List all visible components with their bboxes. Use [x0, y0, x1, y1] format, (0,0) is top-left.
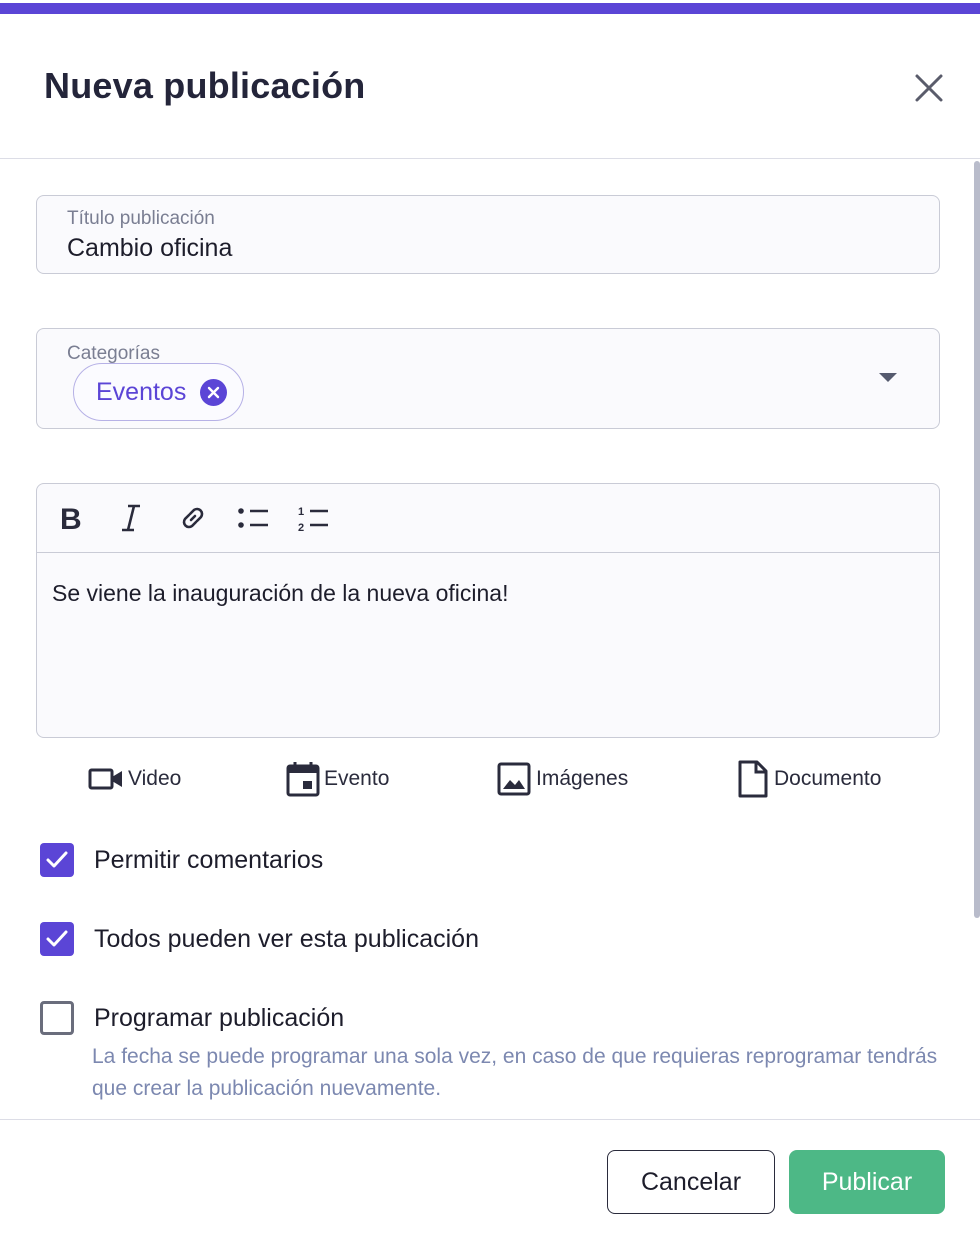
option-public-visibility[interactable]: Todos pueden ver esta publicación	[40, 922, 479, 956]
title-field[interactable]: Título publicación Cambio oficina	[36, 195, 940, 274]
option-label: Todos pueden ver esta publicación	[94, 924, 479, 953]
dialog-body: Título publicación Cambio oficina Catego…	[0, 159, 980, 1119]
svg-text:B: B	[60, 503, 82, 533]
dialog-title: Nueva publicación	[44, 65, 366, 106]
link-icon	[182, 507, 204, 529]
bullet-list-button[interactable]	[233, 498, 273, 538]
chevron-down-icon[interactable]	[879, 373, 897, 382]
checkmark-icon	[46, 851, 68, 868]
calendar-icon	[286, 762, 320, 797]
link-button[interactable]	[173, 498, 213, 538]
title-field-label: Título publicación	[67, 208, 215, 229]
checkbox-checked[interactable]	[40, 843, 74, 877]
category-chip[interactable]: Eventos	[73, 363, 245, 421]
title-field-value[interactable]: Cambio oficina	[67, 234, 232, 263]
chip-remove-icon[interactable]	[200, 378, 228, 406]
attach-document-button[interactable]: Documento	[736, 759, 881, 799]
option-label: Permitir comentarios	[94, 845, 324, 874]
publish-button[interactable]: Publicar	[789, 1150, 945, 1214]
categories-field-label: Categorías	[67, 343, 160, 364]
option-allow-comments[interactable]: Permitir comentarios	[40, 843, 323, 877]
scrollbar[interactable]	[974, 161, 980, 918]
svg-text:1: 1	[298, 506, 304, 518]
checkmark-icon	[46, 930, 68, 947]
attach-event-label: Evento	[324, 767, 390, 790]
attach-event-button[interactable]: Evento	[286, 759, 389, 799]
bold-button[interactable]: B	[51, 498, 91, 538]
editor-content[interactable]: Se viene la inauguración de la nueva ofi…	[52, 580, 509, 607]
top-accent-bar	[0, 0, 980, 15]
italic-icon	[122, 504, 140, 532]
attach-video-button[interactable]: Video	[88, 759, 181, 799]
bullet-list-icon	[238, 508, 268, 528]
numbered-list-icon: 1 2	[298, 506, 328, 533]
svg-text:2: 2	[298, 522, 304, 533]
close-icon	[915, 74, 943, 102]
schedule-helper-text: La fecha se puede programar una sola vez…	[92, 1045, 938, 1100]
option-schedule[interactable]: Programar publicación	[40, 1001, 344, 1035]
categories-field[interactable]: Categorías Eventos	[36, 328, 940, 429]
attach-document-label: Documento	[774, 767, 882, 790]
numbered-list-button[interactable]: 1 2	[293, 498, 333, 538]
category-chip-label: Eventos	[96, 377, 187, 406]
dialog-footer: Cancelar Publicar	[0, 1119, 980, 1242]
document-icon	[738, 760, 768, 798]
option-label: Programar publicación	[94, 1003, 345, 1032]
attach-video-label: Video	[128, 767, 182, 790]
cancel-button[interactable]: Cancelar	[607, 1150, 775, 1214]
close-button[interactable]	[906, 65, 952, 111]
rich-text-editor[interactable]: B 1 2 Se viene la inauguración de la nue…	[36, 483, 940, 738]
italic-button[interactable]	[111, 498, 151, 538]
accent-stripe	[0, 3, 980, 14]
video-camera-icon	[88, 768, 122, 790]
checkbox-checked[interactable]	[40, 922, 74, 956]
dialog-header: Nueva publicación	[0, 15, 980, 159]
image-icon	[497, 762, 531, 796]
attach-images-button[interactable]: Imágenes	[496, 759, 628, 799]
attach-images-label: Imágenes	[536, 767, 629, 790]
bold-icon: B	[60, 503, 82, 533]
editor-toolbar: B 1 2	[37, 484, 939, 553]
checkbox-unchecked[interactable]	[40, 1001, 74, 1035]
